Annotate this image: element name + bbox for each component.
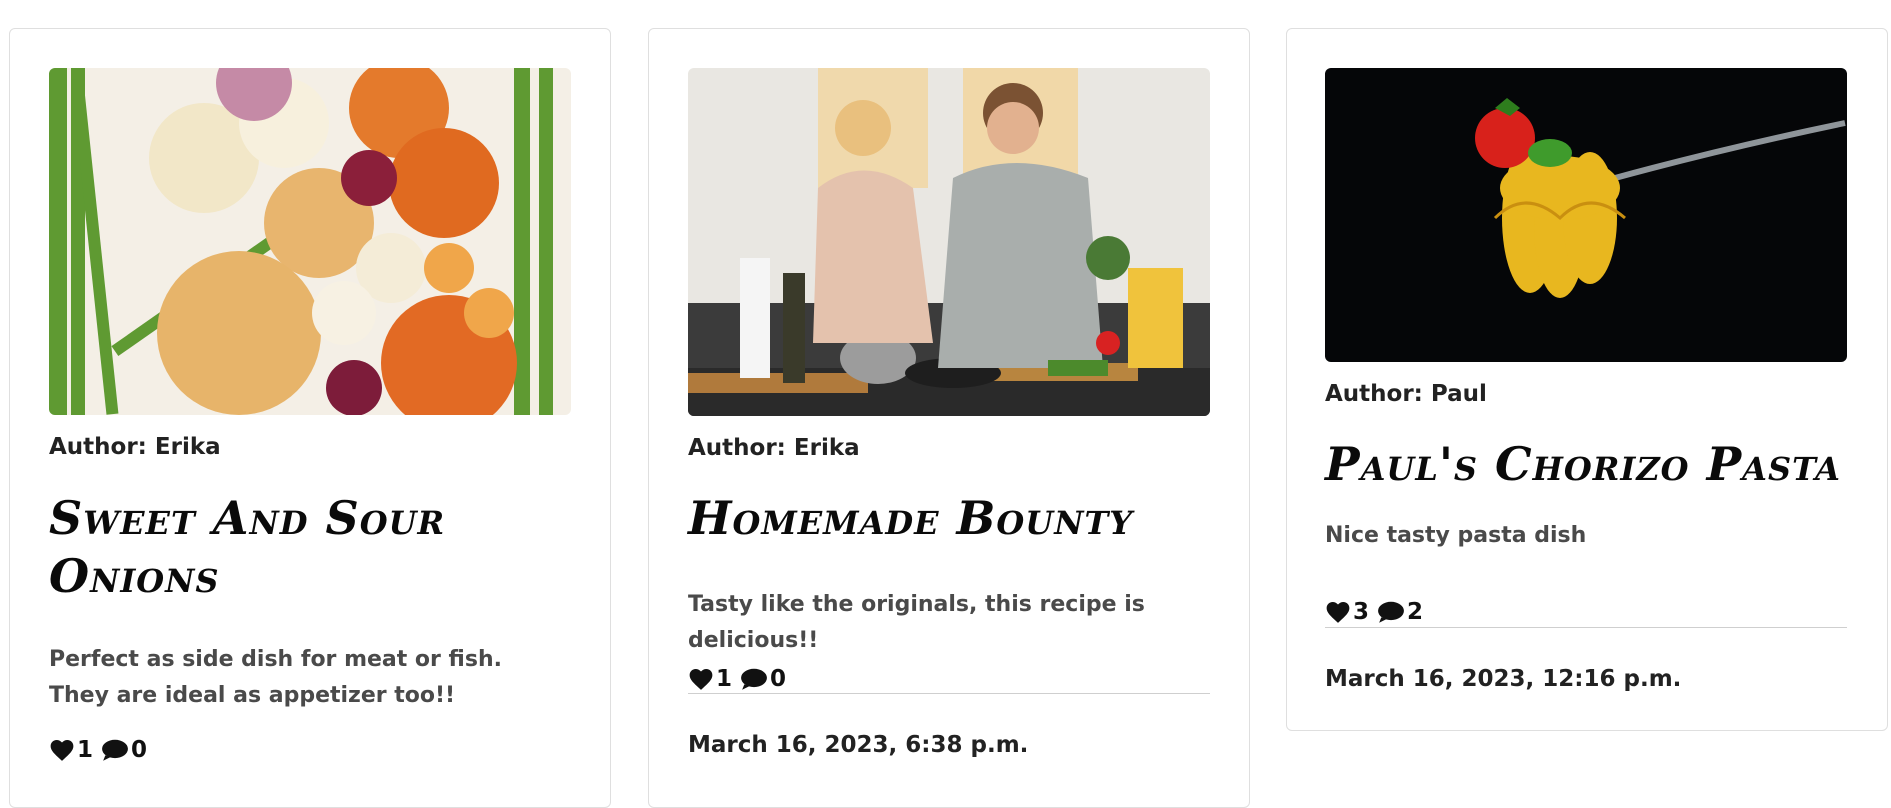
card-divider [1325, 627, 1847, 628]
recipe-title[interactable]: Homemade Bounty [688, 489, 1210, 547]
like-count: 1 [716, 666, 733, 692]
recipe-title[interactable]: Paul's Chorizo Pasta [1325, 435, 1865, 493]
like-count: 1 [77, 737, 94, 763]
card-divider [688, 693, 1210, 694]
recipe-author: Author: Paul [1325, 381, 1487, 407]
recipe-card[interactable]: Author: Erika Homemade Bounty Tasty like… [648, 28, 1250, 808]
recipe-author: Author: Erika [49, 434, 221, 460]
comment-icon[interactable] [101, 738, 129, 762]
recipe-title[interactable]: Sweet And Sour Onions [49, 489, 571, 605]
comment-count: 2 [1407, 599, 1424, 625]
recipe-stats: 3 2 [1325, 599, 1423, 625]
recipe-image[interactable] [49, 68, 571, 415]
recipe-description: Nice tasty pasta dish [1325, 523, 1587, 548]
recipe-description: Perfect as side dish for meat or fish. T… [49, 647, 502, 708]
heart-icon[interactable] [688, 667, 714, 691]
post-date: March 16, 2023, 12:16 p.m. [1325, 666, 1682, 692]
comment-count: 0 [131, 737, 148, 763]
recipe-image[interactable] [688, 68, 1210, 416]
recipe-image[interactable] [1325, 68, 1847, 362]
recipe-description: Tasty like the originals, this recipe is… [688, 592, 1145, 653]
recipe-author: Author: Erika [688, 435, 860, 461]
recipe-card[interactable]: Author: Paul Paul's Chorizo Pasta Nice t… [1286, 28, 1888, 731]
like-count: 3 [1353, 599, 1370, 625]
comment-icon[interactable] [740, 667, 768, 691]
recipe-card[interactable]: Author: Erika Sweet And Sour Onions Perf… [9, 28, 611, 808]
recipe-stats: 1 0 [49, 737, 147, 763]
heart-icon[interactable] [49, 738, 75, 762]
comment-icon[interactable] [1377, 600, 1405, 624]
post-date: March 16, 2023, 6:38 p.m. [688, 732, 1029, 758]
recipe-stats: 1 0 [688, 666, 786, 692]
heart-icon[interactable] [1325, 600, 1351, 624]
comment-count: 0 [770, 666, 787, 692]
